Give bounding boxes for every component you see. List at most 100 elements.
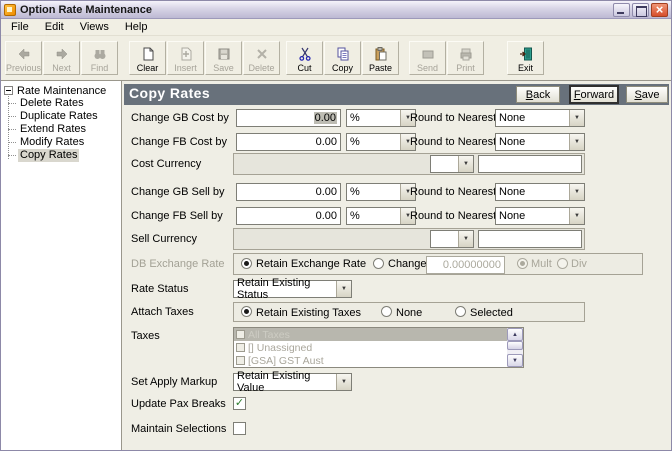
- checkbox-icon: [236, 330, 245, 339]
- chevron-down-icon[interactable]: ▼: [336, 281, 351, 297]
- delete-x-icon: [254, 45, 270, 63]
- sell-currency-select[interactable]: ▼: [430, 230, 474, 248]
- clipboard-paste-icon: [373, 45, 389, 63]
- retain-exchange-rate-radio[interactable]: [241, 258, 252, 269]
- minimize-button[interactable]: [613, 2, 630, 17]
- mult-radio: [517, 258, 528, 269]
- chevron-down-icon[interactable]: ▼: [336, 374, 351, 390]
- change-fb-sell-round-select[interactable]: None ▼: [495, 207, 585, 225]
- back-button[interactable]: Back: [516, 86, 560, 103]
- menu-views[interactable]: Views: [72, 20, 117, 35]
- scroll-down-icon[interactable]: ▼: [507, 354, 523, 367]
- clear-button[interactable]: Clear: [129, 40, 166, 75]
- new-document-icon: [140, 45, 156, 63]
- copy-button[interactable]: Copy: [324, 40, 361, 75]
- chevron-down-icon[interactable]: ▼: [458, 231, 473, 247]
- change-fb-cost-round-select[interactable]: None ▼: [495, 133, 585, 151]
- cut-button[interactable]: Cut: [286, 40, 323, 75]
- row-change-fb-cost: Change FB Cost by 0.00 % ▼ Round to Neare…: [122, 133, 671, 151]
- change-fb-sell-input[interactable]: 0.00: [236, 207, 341, 225]
- set-apply-markup-select[interactable]: Retain Existing Value ▼: [233, 370, 352, 394]
- row-sell-currency: Sell Currency ▼: [122, 228, 671, 250]
- cost-currency-amount-input[interactable]: [478, 155, 582, 173]
- row-change-gb-sell: Change GB Sell by 0.00 % ▼ Round to Neare…: [122, 183, 671, 201]
- chevron-down-icon[interactable]: ▼: [569, 110, 584, 126]
- cost-currency-select[interactable]: ▼: [430, 155, 474, 173]
- page-title: Copy Rates: [129, 85, 211, 101]
- change-gb-sell-unit-select[interactable]: % ▼: [346, 183, 416, 201]
- sell-currency-amount-input[interactable]: [478, 230, 582, 248]
- menu-help[interactable]: Help: [117, 20, 156, 35]
- taxes-selected-radio[interactable]: [455, 306, 466, 317]
- chevron-down-icon[interactable]: ▼: [458, 156, 473, 172]
- close-button[interactable]: [651, 2, 668, 17]
- list-item: [] Unassigned: [234, 341, 507, 354]
- change-gb-sell-round-select[interactable]: None ▼: [495, 183, 585, 201]
- change-gb-sell-input[interactable]: 0.00: [236, 183, 341, 201]
- change-gb-cost-round-select[interactable]: None ▼: [495, 109, 585, 127]
- row-db-exchange-rate: DB Exchange Rate Retain Exchange Rate Ch…: [122, 253, 671, 275]
- titlebar[interactable]: Option Rate Maintenance: [1, 1, 671, 19]
- tree-root-rate-maintenance[interactable]: Rate Maintenance: [1, 84, 121, 97]
- row-change-fb-sell: Change FB Sell by 0.00 % ▼ Round to Neare…: [122, 207, 671, 225]
- tree-children: Delete Rates Duplicate Rates Extend Rate…: [7, 94, 121, 162]
- app-icon: [4, 3, 16, 16]
- find-button: Find: [81, 40, 118, 75]
- menu-file[interactable]: File: [3, 20, 37, 35]
- div-radio: [557, 258, 568, 269]
- change-gb-cost-input[interactable]: 0.00: [236, 109, 341, 127]
- change-gb-cost-unit-select[interactable]: % ▼: [346, 109, 416, 127]
- row-maintain-selections: Maintain Selections: [122, 420, 671, 438]
- paste-button[interactable]: Paste: [362, 40, 399, 75]
- tree-item-duplicate-rates[interactable]: Duplicate Rates: [8, 110, 100, 123]
- rate-status-select[interactable]: Retain Existing Status ▼: [233, 277, 352, 301]
- round-to-nearest-label: Round to Nearest: [410, 186, 497, 198]
- row-attach-taxes: Attach Taxes Retain Existing Taxes None …: [122, 302, 671, 322]
- list-item: All Taxes: [234, 328, 507, 341]
- field-label: Change GB Cost by: [131, 112, 229, 124]
- chevron-down-icon[interactable]: ▼: [569, 184, 584, 200]
- floppy-disk-icon: [216, 45, 232, 63]
- taxes-listbox: All Taxes [] Unassigned [GSA] GST Aust ▲…: [233, 327, 524, 368]
- insert-button: Insert: [167, 40, 204, 75]
- send-icon: [420, 45, 436, 63]
- tree-item-modify-rates[interactable]: Modify Rates: [7, 136, 86, 149]
- scrollbar-thumb[interactable]: [507, 341, 523, 350]
- tree-item-extend-rates[interactable]: Extend Rates: [7, 123, 88, 136]
- maximize-button[interactable]: [632, 2, 649, 17]
- exchange-rate-input: 0.00000000: [426, 256, 505, 274]
- field-label: Rate Status: [131, 283, 189, 295]
- exit-button[interactable]: Exit: [507, 40, 544, 75]
- navigation-tree: Rate Maintenance Delete Rates Duplicate …: [1, 81, 122, 450]
- taxes-none-radio[interactable]: [381, 306, 392, 317]
- change-to-radio[interactable]: [373, 258, 384, 269]
- sell-currency-panel: ▼: [233, 228, 585, 250]
- field-label: Attach Taxes: [131, 306, 194, 318]
- exit-door-icon: [518, 45, 534, 63]
- maintain-selections-checkbox[interactable]: [233, 422, 246, 435]
- forward-button[interactable]: Forward: [570, 86, 618, 103]
- db-exchange-rate-panel: Retain Exchange Rate Change to 0.0000000…: [233, 253, 643, 275]
- tree-item-delete-rates[interactable]: Delete Rates: [8, 97, 86, 110]
- chevron-down-icon[interactable]: ▼: [569, 208, 584, 224]
- delete-button: Delete: [243, 40, 280, 75]
- save-page-button[interactable]: Save: [626, 86, 668, 103]
- chevron-down-icon[interactable]: ▼: [569, 134, 584, 150]
- change-fb-sell-unit-select[interactable]: % ▼: [346, 207, 416, 225]
- tree-item-copy-rates[interactable]: Copy Rates: [7, 149, 80, 162]
- field-label: Cost Currency: [131, 158, 202, 170]
- scroll-up-icon[interactable]: ▲: [507, 328, 523, 341]
- update-pax-breaks-checkbox[interactable]: ✓: [233, 397, 246, 410]
- checkbox-icon: [236, 356, 245, 365]
- menu-edit[interactable]: Edit: [37, 20, 72, 35]
- field-label: Maintain Selections: [131, 423, 227, 435]
- round-to-nearest-label: Round to Nearest: [410, 136, 497, 148]
- send-button: Send: [409, 40, 446, 75]
- row-taxes: Taxes All Taxes [] Unassigned [GSA] GST …: [122, 327, 671, 368]
- change-fb-cost-unit-select[interactable]: % ▼: [346, 133, 416, 151]
- change-fb-cost-input[interactable]: 0.00: [236, 133, 341, 151]
- previous-button: Previous: [5, 40, 42, 75]
- taxes-scrollbar[interactable]: ▲ ▼: [507, 328, 523, 367]
- retain-existing-taxes-radio[interactable]: [241, 306, 252, 317]
- taxes-list-items: All Taxes [] Unassigned [GSA] GST Aust: [234, 328, 507, 367]
